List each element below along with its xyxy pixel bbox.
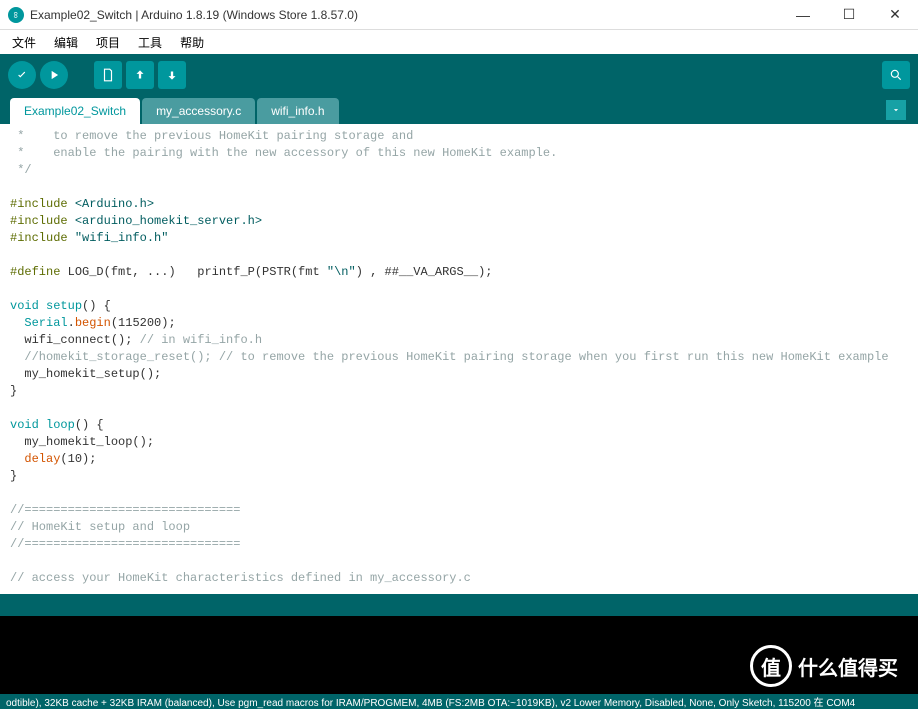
include-target: <Arduino.h>	[75, 197, 154, 211]
tab-wifi[interactable]: wifi_info.h	[257, 98, 338, 124]
comment-line: // in wifi_info.h	[140, 333, 262, 347]
tab-bar: Example02_Switch my_accessory.c wifi_inf…	[0, 96, 918, 124]
include-target: <arduino_homekit_server.h>	[75, 214, 262, 228]
comment-line: */	[10, 163, 32, 177]
comment-line: //==============================	[10, 537, 240, 551]
console-output[interactable]	[0, 616, 918, 694]
window-title: Example02_Switch | Arduino 1.8.19 (Windo…	[30, 8, 788, 22]
app-icon	[8, 7, 24, 23]
magnifier-icon	[889, 68, 903, 82]
minimize-button[interactable]: —	[788, 0, 818, 30]
code-text: }	[10, 469, 17, 483]
preproc: #include	[10, 197, 68, 211]
footer-bar: odtible), 32KB cache + 32KB IRAM (balanc…	[0, 694, 918, 709]
file-icon	[101, 68, 115, 82]
verify-button[interactable]	[8, 61, 36, 89]
editor-area: * to remove the previous HomeKit pairing…	[0, 124, 918, 594]
include-target: "wifi_info.h"	[75, 231, 169, 245]
title-bar: Example02_Switch | Arduino 1.8.19 (Windo…	[0, 0, 918, 30]
arrow-right-icon	[47, 68, 61, 82]
keyword: void	[10, 418, 39, 432]
comment-line: //homekit_storage_reset(); // to remove …	[10, 350, 889, 364]
menu-bar: 文件 编辑 项目 工具 帮助	[0, 30, 918, 54]
code-text: LOG_D(fmt, ...) printf_P(PSTR(fmt	[60, 265, 326, 279]
preproc: #include	[10, 231, 68, 245]
code-text: ) , ##__VA_ARGS__);	[356, 265, 493, 279]
number-literal: 115200	[118, 316, 161, 330]
code-text: }	[10, 384, 17, 398]
preproc: #define	[10, 265, 60, 279]
window-controls: — ☐ ✕	[788, 0, 910, 30]
func-call: delay	[24, 452, 60, 466]
keyword: void	[10, 299, 39, 313]
comment-line: //==============================	[10, 503, 240, 517]
code-text: wifi_connect();	[10, 333, 140, 347]
tab-menu-button[interactable]	[886, 100, 906, 120]
code-text: my_homekit_loop();	[10, 435, 154, 449]
code-text: () {	[82, 299, 111, 313]
tab-main[interactable]: Example02_Switch	[10, 98, 140, 124]
comment-line: // HomeKit setup and loop	[10, 520, 190, 534]
toolbar	[0, 54, 918, 96]
status-bar	[0, 594, 918, 616]
menu-tools[interactable]: 工具	[134, 32, 166, 53]
code-text: my_homekit_setup();	[10, 367, 161, 381]
preproc: #include	[10, 214, 68, 228]
menu-sketch[interactable]: 项目	[92, 32, 124, 53]
code-text: () {	[75, 418, 104, 432]
upload-button[interactable]	[40, 61, 68, 89]
tab-accessory[interactable]: my_accessory.c	[142, 98, 255, 124]
code-editor[interactable]: * to remove the previous HomeKit pairing…	[0, 124, 918, 594]
check-icon	[15, 68, 29, 82]
close-button[interactable]: ✕	[880, 0, 910, 30]
open-button[interactable]	[126, 61, 154, 89]
number-literal: 10	[68, 452, 82, 466]
board-info: odtible), 32KB cache + 32KB IRAM (balanc…	[6, 694, 855, 709]
class-name: Serial	[24, 316, 67, 330]
menu-help[interactable]: 帮助	[176, 32, 208, 53]
comment-line: // access your HomeKit characteristics d…	[10, 571, 471, 585]
save-button[interactable]	[158, 61, 186, 89]
menu-edit[interactable]: 编辑	[50, 32, 82, 53]
arrow-down-icon	[165, 68, 179, 82]
maximize-button[interactable]: ☐	[834, 0, 864, 30]
new-button[interactable]	[94, 61, 122, 89]
string-literal: "\n"	[327, 265, 356, 279]
arrow-up-icon	[133, 68, 147, 82]
chevron-down-icon	[891, 105, 901, 115]
func-name: loop	[46, 418, 75, 432]
func-name: setup	[46, 299, 82, 313]
menu-file[interactable]: 文件	[8, 32, 40, 53]
comment-line: * enable the pairing with the new access…	[10, 146, 557, 160]
serial-monitor-button[interactable]	[882, 61, 910, 89]
method-name: begin	[75, 316, 111, 330]
comment-line: * to remove the previous HomeKit pairing…	[10, 129, 413, 143]
